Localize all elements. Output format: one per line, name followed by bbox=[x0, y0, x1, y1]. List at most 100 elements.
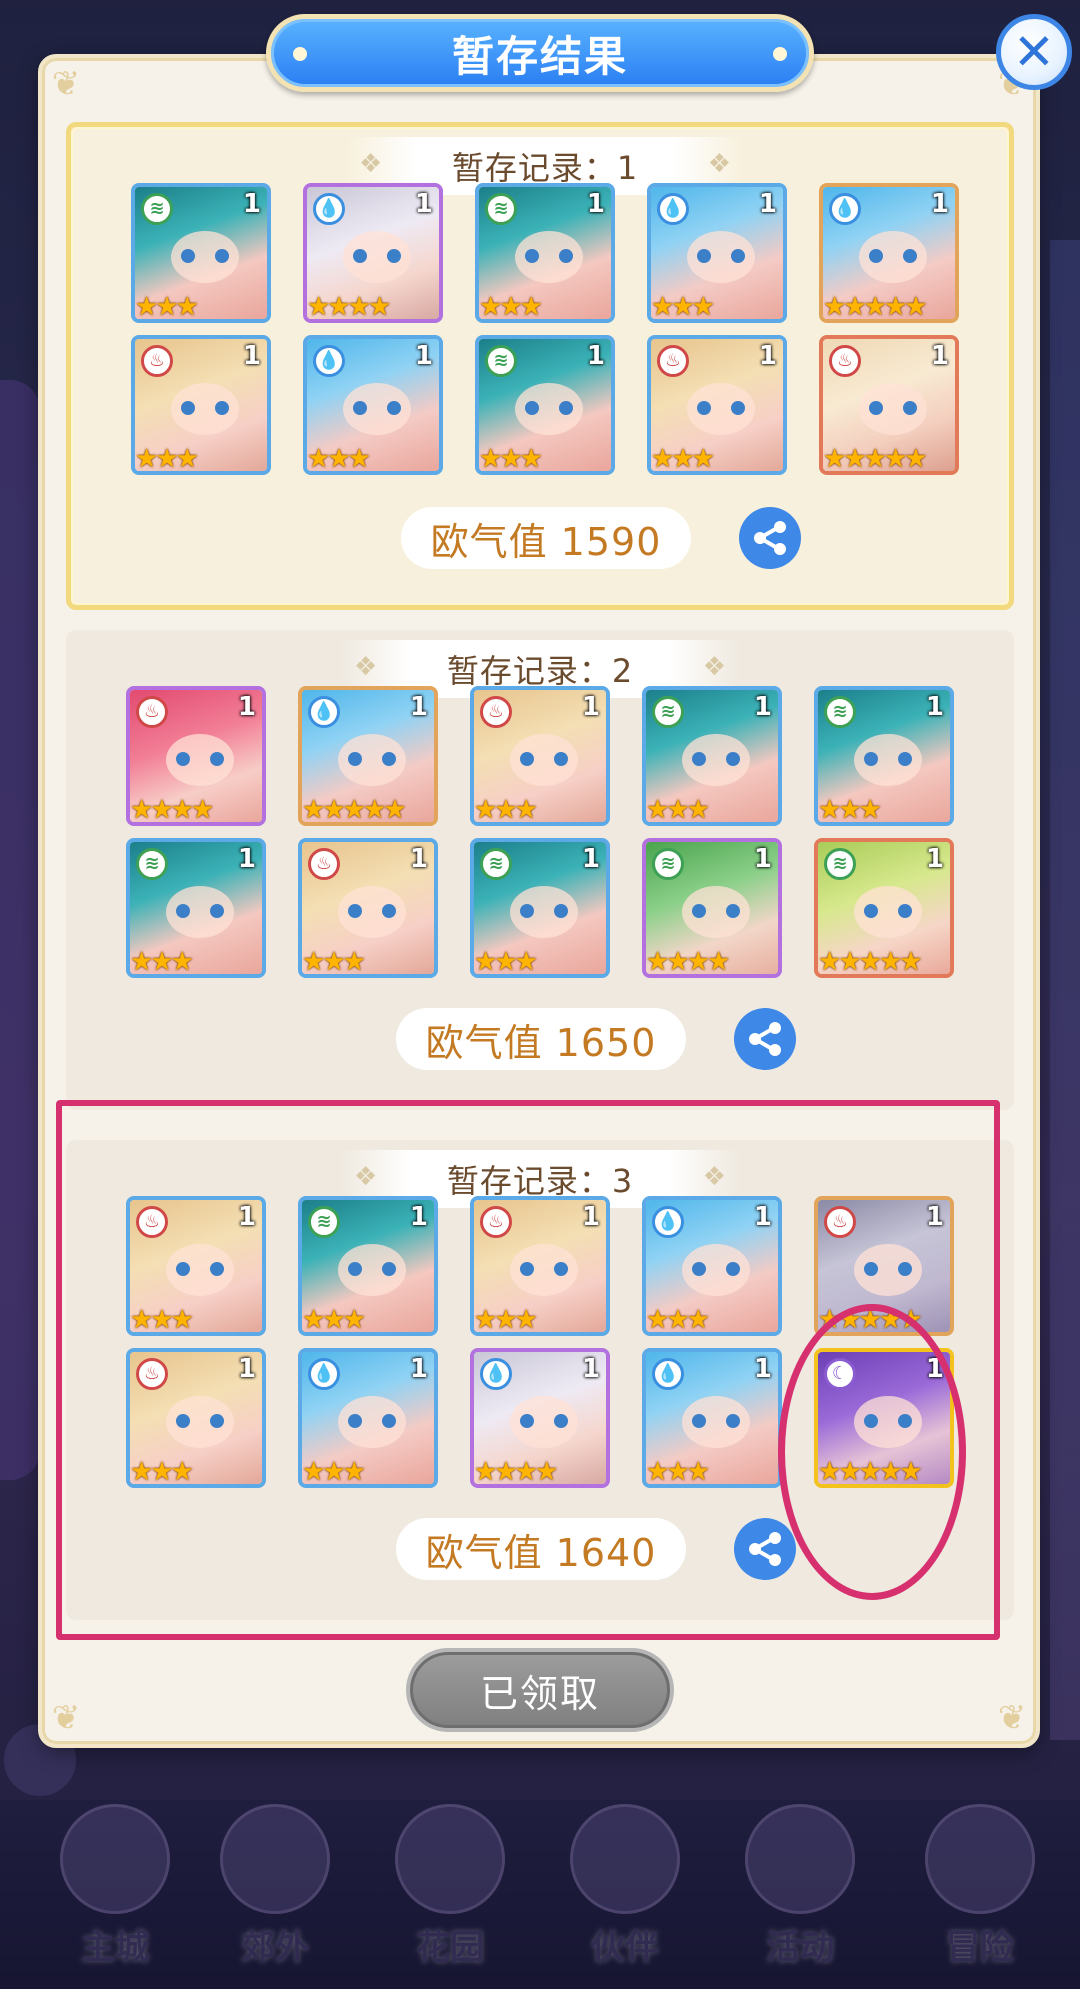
share-icon bbox=[749, 1022, 781, 1056]
wind-element-icon: ≋ bbox=[480, 848, 512, 880]
star-icon: ★ bbox=[818, 795, 841, 825]
character-card[interactable]: 💧 1 ★ ★ ★ ★ ★ bbox=[298, 686, 438, 826]
card-count: 1 bbox=[758, 341, 777, 371]
character-card[interactable]: ≋ 1 ★ ★ ★ bbox=[470, 838, 610, 978]
star-rating: ★ ★ ★ bbox=[135, 444, 199, 474]
star-rating: ★ ★ ★ bbox=[130, 947, 194, 977]
corner-ornament-icon: ❦ bbox=[51, 1698, 81, 1738]
character-card[interactable]: ♨ 1 ★ ★ ★ bbox=[298, 838, 438, 978]
star-icon: ★ bbox=[818, 947, 841, 977]
character-card[interactable]: ♨ 1 ★ ★ ★ ★ bbox=[126, 686, 266, 826]
star-icon: ★ bbox=[646, 947, 669, 977]
wind-element-icon: ≋ bbox=[824, 848, 856, 880]
star-icon: ★ bbox=[190, 795, 214, 825]
star-icon: ★ bbox=[651, 444, 674, 474]
portrait-eye bbox=[903, 401, 917, 415]
portrait-eye bbox=[348, 904, 362, 918]
card-count: 1 bbox=[586, 189, 605, 219]
ornament-icon: ❖ bbox=[707, 149, 731, 179]
close-button[interactable]: ✕ bbox=[996, 14, 1072, 90]
portrait-eye bbox=[353, 401, 367, 415]
character-card[interactable]: ♨ 1 ★ ★ ★ bbox=[131, 335, 271, 475]
portrait-eye bbox=[387, 249, 401, 263]
portrait-eye bbox=[176, 904, 190, 918]
portrait-eye bbox=[181, 249, 195, 263]
star-rating: ★ ★ ★ bbox=[307, 444, 371, 474]
star-icon: ★ bbox=[494, 947, 517, 977]
fire-element-icon: ♨ bbox=[141, 345, 173, 377]
star-icon: ★ bbox=[327, 444, 350, 474]
corner-ornament-icon: ❦ bbox=[51, 64, 81, 104]
share-button[interactable] bbox=[739, 507, 801, 569]
star-icon: ★ bbox=[499, 444, 522, 474]
character-card[interactable]: 💧 1 ★ ★ ★ ★ ★ bbox=[819, 183, 959, 323]
star-icon: ★ bbox=[899, 947, 922, 977]
character-card[interactable]: ≋ 1 ★ ★ ★ bbox=[126, 838, 266, 978]
claimed-button[interactable]: 已领取 bbox=[406, 1648, 674, 1732]
character-card[interactable]: 💧 1 ★ ★ ★ bbox=[647, 183, 787, 323]
portrait-eye bbox=[176, 752, 190, 766]
character-card[interactable]: ♨ 1 ★ ★ ★ bbox=[470, 686, 610, 826]
star-icon: ★ bbox=[706, 947, 730, 977]
portrait-eye bbox=[525, 249, 539, 263]
luck-score-text: 欧气值 1650 bbox=[425, 1020, 657, 1065]
portrait-eye bbox=[181, 401, 195, 415]
star-icon: ★ bbox=[904, 444, 927, 474]
character-card[interactable]: ≋ 1 ★ ★ ★ bbox=[475, 183, 615, 323]
portrait-eye bbox=[348, 752, 362, 766]
card-count: 1 bbox=[409, 844, 428, 874]
star-icon: ★ bbox=[514, 947, 538, 977]
star-icon: ★ bbox=[883, 444, 907, 474]
dialog-title: 暂存结果 bbox=[451, 31, 628, 81]
portrait-eye bbox=[898, 904, 912, 918]
portrait-eye bbox=[382, 904, 396, 918]
character-card[interactable]: ≋ 1 ★ ★ ★ bbox=[475, 335, 615, 475]
star-icon: ★ bbox=[327, 292, 350, 322]
close-icon: ✕ bbox=[1013, 23, 1055, 81]
water-element-icon: 💧 bbox=[313, 193, 345, 225]
star-icon: ★ bbox=[150, 947, 173, 977]
portrait-eye bbox=[697, 249, 711, 263]
star-icon: ★ bbox=[519, 292, 543, 322]
star-icon: ★ bbox=[302, 947, 325, 977]
star-icon: ★ bbox=[342, 795, 366, 825]
star-icon: ★ bbox=[843, 292, 866, 322]
star-icon: ★ bbox=[130, 947, 153, 977]
portrait-eye bbox=[869, 401, 883, 415]
star-icon: ★ bbox=[307, 292, 330, 322]
card-count: 1 bbox=[925, 844, 944, 874]
character-card[interactable]: 💧 1 ★ ★ ★ ★ bbox=[303, 183, 443, 323]
star-icon: ★ bbox=[175, 444, 199, 474]
fire-element-icon: ♨ bbox=[829, 345, 861, 377]
ornament-icon: ❖ bbox=[354, 652, 378, 682]
character-card[interactable]: 💧 1 ★ ★ ★ bbox=[303, 335, 443, 475]
star-icon: ★ bbox=[135, 292, 158, 322]
star-icon: ★ bbox=[150, 795, 173, 825]
star-rating: ★ ★ ★ ★ ★ bbox=[818, 947, 923, 977]
character-card[interactable]: ≋ 1 ★ ★ ★ bbox=[642, 686, 782, 826]
character-card[interactable]: ♨ 1 ★ ★ ★ ★ ★ bbox=[819, 335, 959, 475]
share-button[interactable] bbox=[734, 1008, 796, 1070]
star-icon: ★ bbox=[383, 795, 406, 825]
character-card[interactable]: ♨ 1 ★ ★ ★ bbox=[647, 335, 787, 475]
star-icon: ★ bbox=[474, 947, 497, 977]
portrait-eye bbox=[382, 752, 396, 766]
character-card[interactable]: ≋ 1 ★ ★ ★ bbox=[814, 686, 954, 826]
star-icon: ★ bbox=[347, 444, 371, 474]
star-rating: ★ ★ ★ ★ ★ bbox=[302, 795, 407, 825]
share-icon bbox=[754, 521, 786, 555]
card-count: 1 bbox=[409, 692, 428, 722]
portrait-eye bbox=[898, 752, 912, 766]
star-icon: ★ bbox=[838, 947, 861, 977]
character-card[interactable]: ≋ 1 ★ ★ ★ ★ ★ bbox=[814, 838, 954, 978]
portrait-eye bbox=[520, 904, 534, 918]
wind-element-icon: ≋ bbox=[824, 696, 856, 728]
claimed-button-label: 已领取 bbox=[479, 1671, 600, 1716]
star-icon: ★ bbox=[666, 947, 689, 977]
portrait-eye bbox=[697, 401, 711, 415]
character-card[interactable]: ≋ 1 ★ ★ ★ bbox=[131, 183, 271, 323]
character-card[interactable]: ≋ 1 ★ ★ ★ ★ bbox=[642, 838, 782, 978]
wind-element-icon: ≋ bbox=[485, 345, 517, 377]
card-count: 1 bbox=[581, 692, 600, 722]
star-rating: ★ ★ ★ bbox=[651, 293, 715, 319]
